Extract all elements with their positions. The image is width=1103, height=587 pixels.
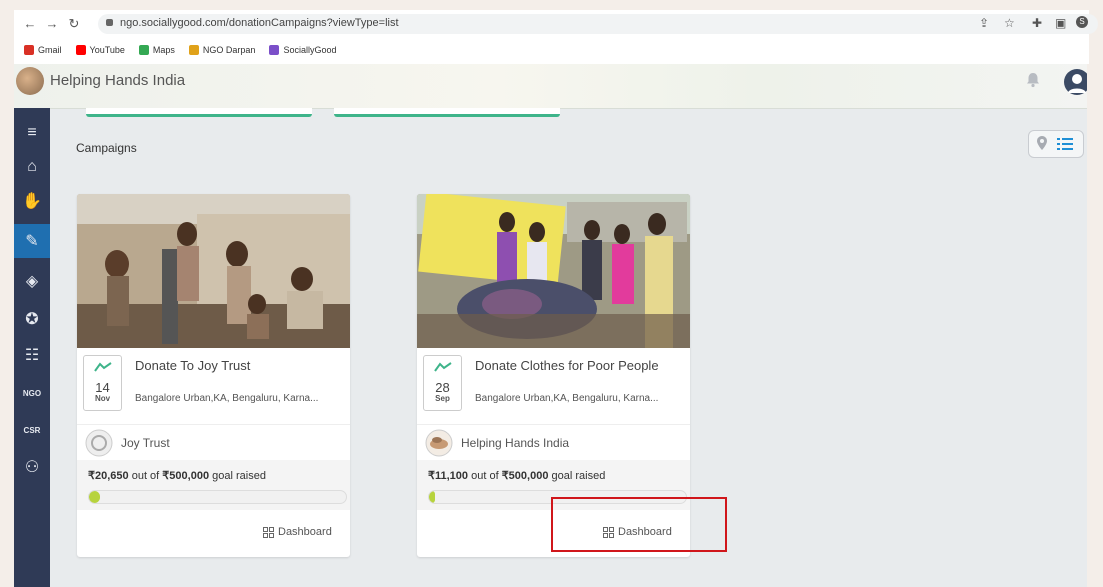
campaign-card[interactable]: 14 Nov Donate To Joy Trust Bangalore Urb… bbox=[77, 194, 350, 557]
raised-amount: ₹11,100 bbox=[428, 470, 469, 482]
progress-fill bbox=[89, 491, 100, 503]
donation-icon bbox=[433, 362, 452, 372]
org-row: Joy Trust bbox=[77, 424, 350, 461]
contacts-icon[interactable]: ☷ bbox=[14, 338, 50, 372]
bookmark-item[interactable]: Maps bbox=[138, 45, 175, 55]
date-month: Nov bbox=[94, 394, 111, 403]
maps-icon bbox=[138, 45, 149, 55]
org-logo bbox=[85, 429, 113, 457]
dashboard-label: Dashboard bbox=[278, 526, 332, 538]
bookmarks-bar: Gmail YouTube Maps NGO Darpan SociallyGood bbox=[24, 41, 336, 59]
raised-amount: ₹20,650 bbox=[88, 470, 129, 482]
menu-icon[interactable]: ≡ bbox=[14, 116, 50, 150]
org-logo-image[interactable] bbox=[16, 67, 44, 95]
app-title: Helping Hands India bbox=[50, 72, 186, 89]
goal-suffix: goal raised bbox=[209, 470, 266, 482]
bookmark-label: Gmail bbox=[38, 45, 62, 55]
org-logo bbox=[425, 429, 453, 457]
campaign-date: 28 Sep bbox=[423, 355, 462, 411]
sociallygood-icon bbox=[269, 45, 280, 55]
org-row: Helping Hands India bbox=[417, 424, 690, 461]
address-bar[interactable]: ngo.sociallygood.com/donationCampaigns?v… bbox=[98, 14, 1098, 34]
star-icon[interactable]: ☆ bbox=[1004, 16, 1015, 30]
section-title: Campaigns bbox=[76, 141, 137, 155]
tab-strip-right[interactable] bbox=[334, 108, 560, 117]
gmail-icon bbox=[24, 45, 34, 55]
forward-icon[interactable]: → bbox=[44, 16, 60, 31]
tab-strip-left[interactable] bbox=[86, 108, 312, 117]
goal-prefix: out of bbox=[128, 470, 163, 482]
date-month: Sep bbox=[435, 394, 450, 403]
bookmark-item[interactable]: NGO Darpan bbox=[188, 45, 256, 55]
back-icon[interactable]: ← bbox=[22, 16, 38, 31]
campaign-date: 14 Nov bbox=[83, 355, 122, 411]
org-name[interactable]: Joy Trust bbox=[121, 436, 170, 450]
campaign-image[interactable] bbox=[417, 194, 690, 348]
goal-text: ₹11,100 out of ₹500,000 goal raised bbox=[428, 469, 605, 482]
lock-icon bbox=[106, 19, 113, 26]
donation-campaigns-icon[interactable]: ✎ bbox=[14, 224, 50, 258]
goal-amount: ₹500,000 bbox=[501, 470, 549, 482]
ngo-darpan-icon bbox=[188, 45, 199, 55]
award-icon[interactable]: ✪ bbox=[14, 302, 50, 336]
profile-icon[interactable]: S bbox=[1076, 16, 1088, 28]
view-toggle[interactable] bbox=[1028, 130, 1084, 158]
campaign-location: Bangalore Urban,KA, Bengaluru, Karna... bbox=[475, 393, 659, 404]
users-icon[interactable]: ⚇ bbox=[14, 450, 50, 484]
top-bar: Helping Hands India bbox=[14, 64, 1087, 109]
progress-bar bbox=[88, 490, 347, 504]
notification-bell-icon[interactable] bbox=[1025, 72, 1041, 88]
bookmark-label: SociallyGood bbox=[283, 45, 337, 55]
dashboard-link[interactable]: Dashboard bbox=[263, 526, 332, 538]
date-day: 14 bbox=[95, 380, 110, 395]
ngo-icon[interactable]: NGO bbox=[14, 376, 50, 410]
url-text: ngo.sociallygood.com/donationCampaigns?v… bbox=[120, 17, 399, 29]
dashboard-icon bbox=[263, 526, 274, 538]
browser-chrome: ← → ↻ ngo.sociallygood.com/donationCampa… bbox=[14, 10, 1098, 64]
goal-prefix: out of bbox=[468, 470, 502, 482]
hands-icon[interactable]: ✋ bbox=[14, 184, 50, 218]
home-icon[interactable]: ⌂ bbox=[14, 150, 50, 184]
bookmark-label: NGO Darpan bbox=[202, 45, 256, 55]
user-avatar[interactable] bbox=[1064, 69, 1087, 95]
map-pin-icon[interactable] bbox=[1037, 136, 1047, 150]
youtube-icon bbox=[75, 45, 86, 55]
progress-fill bbox=[429, 491, 435, 503]
campaign-title[interactable]: Donate Clothes for Poor People bbox=[475, 358, 680, 373]
campaign-image[interactable] bbox=[77, 194, 350, 348]
date-day: 28 bbox=[435, 380, 450, 395]
goal-amount: ₹500,000 bbox=[162, 470, 210, 482]
bookmark-item[interactable]: YouTube bbox=[75, 45, 125, 55]
campaign-location: Bangalore Urban,KA, Bengaluru, Karna... bbox=[135, 393, 319, 404]
sidebar: ≡ ⌂ ✋ ✎ ◈ ✪ ☷ NGO CSR ⚇ bbox=[14, 108, 50, 587]
goal-suffix: goal raised bbox=[548, 470, 606, 482]
bookmark-item[interactable]: Gmail bbox=[24, 45, 62, 55]
campaign-title[interactable]: Donate To Joy Trust bbox=[135, 358, 340, 373]
bookmark-item[interactable]: SociallyGood bbox=[269, 45, 336, 55]
csr-icon[interactable]: CSR bbox=[14, 413, 50, 447]
highlight-box bbox=[551, 497, 727, 552]
goal-text: ₹20,650 out of ₹500,000 goal raised bbox=[88, 469, 266, 482]
bookmark-label: Maps bbox=[152, 45, 175, 55]
goal-area: ₹20,650 out of ₹500,000 goal raised bbox=[77, 460, 350, 510]
badge-icon[interactable]: ◈ bbox=[14, 264, 50, 298]
sidepanel-icon[interactable]: ▣ bbox=[1055, 16, 1066, 30]
list-view-icon[interactable] bbox=[1057, 137, 1073, 151]
extensions-icon[interactable]: ✚ bbox=[1032, 16, 1042, 30]
reload-icon[interactable]: ↻ bbox=[66, 16, 82, 32]
share-icon[interactable]: ⇪ bbox=[979, 16, 989, 30]
org-name[interactable]: Helping Hands India bbox=[461, 436, 569, 450]
bookmark-label: YouTube bbox=[89, 45, 125, 55]
donation-icon bbox=[93, 362, 112, 372]
